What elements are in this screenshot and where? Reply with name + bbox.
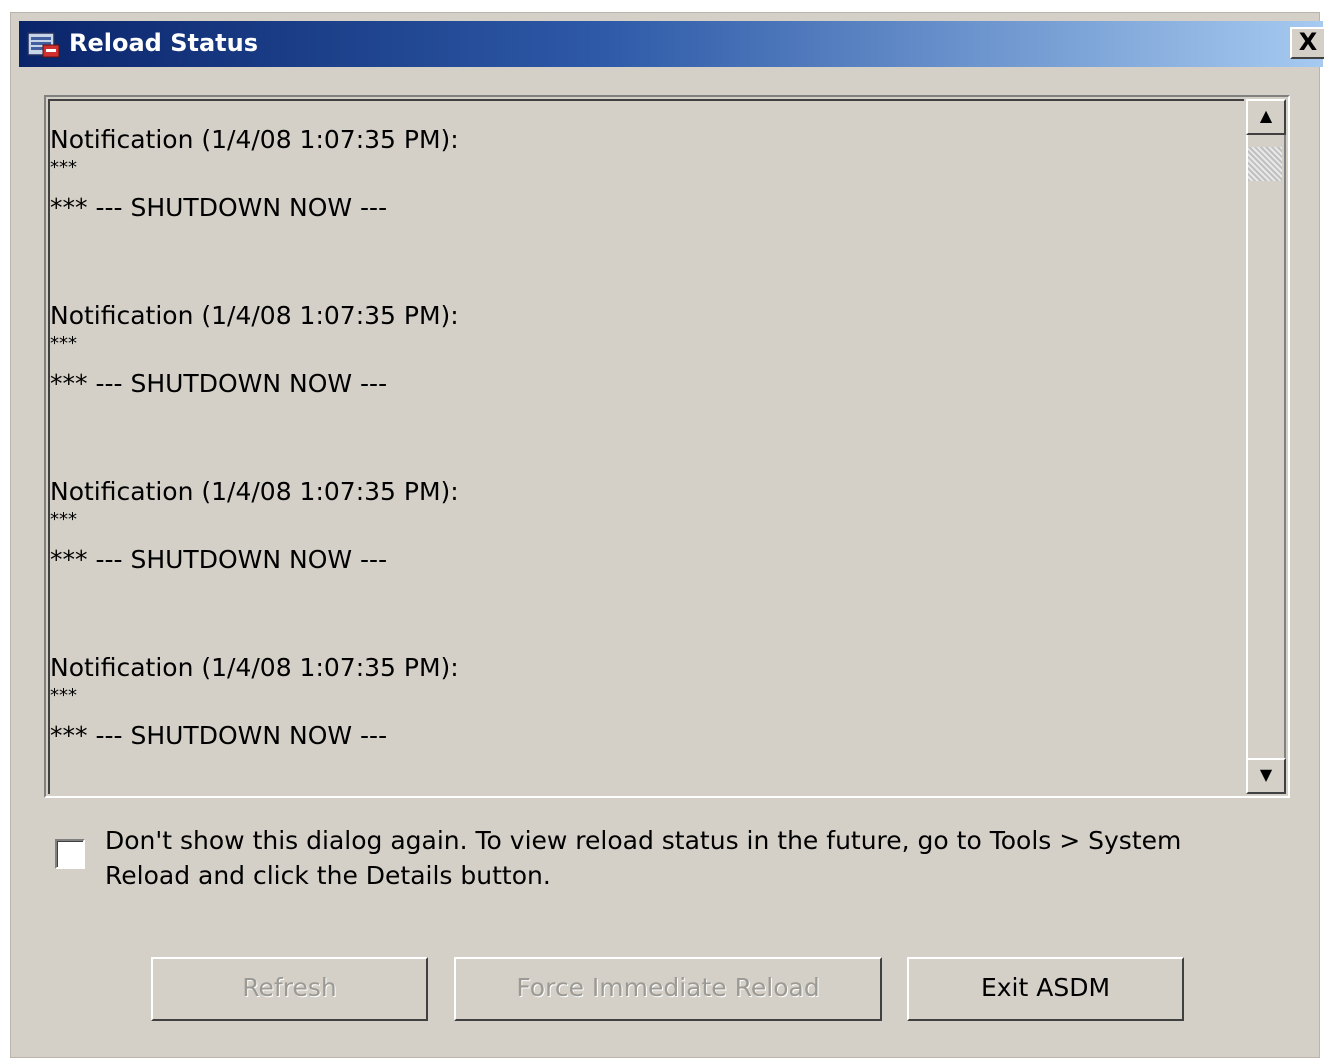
log-entry-message: *** --- SHUTDOWN NOW --- bbox=[50, 369, 388, 398]
window-title: Reload Status bbox=[69, 29, 258, 57]
vertical-scrollbar[interactable]: ▲ ▼ bbox=[1246, 99, 1286, 794]
log-entry: Notification (1/4/08 1:07:35 PM): *** **… bbox=[50, 653, 459, 794]
log-entry: Notification (1/4/08 1:07:35 PM): *** **… bbox=[50, 125, 459, 270]
status-log-pane[interactable]: Notification (1/4/08 1:07:35 PM): *** **… bbox=[44, 95, 1290, 798]
log-entry-line: *** bbox=[50, 685, 77, 706]
log-entry: Notification (1/4/08 1:07:35 PM): *** **… bbox=[50, 477, 459, 622]
log-entry-message: *** --- SHUTDOWN NOW --- bbox=[50, 545, 388, 574]
log-entry-heading: Notification (1/4/08 1:07:35 PM): bbox=[50, 125, 459, 154]
dont-show-again-label[interactable]: Don't show this dialog again. To view re… bbox=[105, 823, 1185, 893]
close-button[interactable]: X bbox=[1290, 27, 1324, 59]
reload-status-dialog: Reload Status X Notification (1/4/08 1:0… bbox=[10, 12, 1324, 1058]
dont-show-again-checkbox[interactable] bbox=[55, 839, 85, 869]
log-entry-line: *** bbox=[50, 509, 77, 530]
log-entry-line: *** bbox=[50, 333, 77, 354]
asdm-app-icon bbox=[27, 32, 60, 58]
force-immediate-reload-button[interactable]: Force Immediate Reload bbox=[454, 957, 882, 1021]
log-entry-message: *** --- SHUTDOWN NOW --- bbox=[50, 193, 388, 222]
log-entry-heading: Notification (1/4/08 1:07:35 PM): bbox=[50, 477, 459, 506]
title-bar[interactable]: Reload Status X bbox=[19, 21, 1324, 67]
log-entry-line: *** bbox=[50, 157, 77, 178]
log-entry-message: *** --- SHUTDOWN NOW --- bbox=[50, 721, 388, 750]
scroll-up-arrow-icon[interactable]: ▲ bbox=[1246, 99, 1286, 135]
log-entry: Notification (1/4/08 1:07:35 PM): *** **… bbox=[50, 301, 459, 446]
scroll-thumb[interactable] bbox=[1248, 147, 1282, 181]
log-entry-heading: Notification (1/4/08 1:07:35 PM): bbox=[50, 653, 459, 682]
exit-asdm-button[interactable]: Exit ASDM bbox=[907, 957, 1184, 1021]
scroll-track[interactable] bbox=[1246, 135, 1286, 758]
log-entry-heading: Notification (1/4/08 1:07:35 PM): bbox=[50, 301, 459, 330]
scroll-down-arrow-icon[interactable]: ▼ bbox=[1246, 758, 1286, 794]
refresh-button[interactable]: Refresh bbox=[151, 957, 428, 1021]
status-log-text: Notification (1/4/08 1:07:35 PM): *** **… bbox=[48, 99, 1244, 794]
